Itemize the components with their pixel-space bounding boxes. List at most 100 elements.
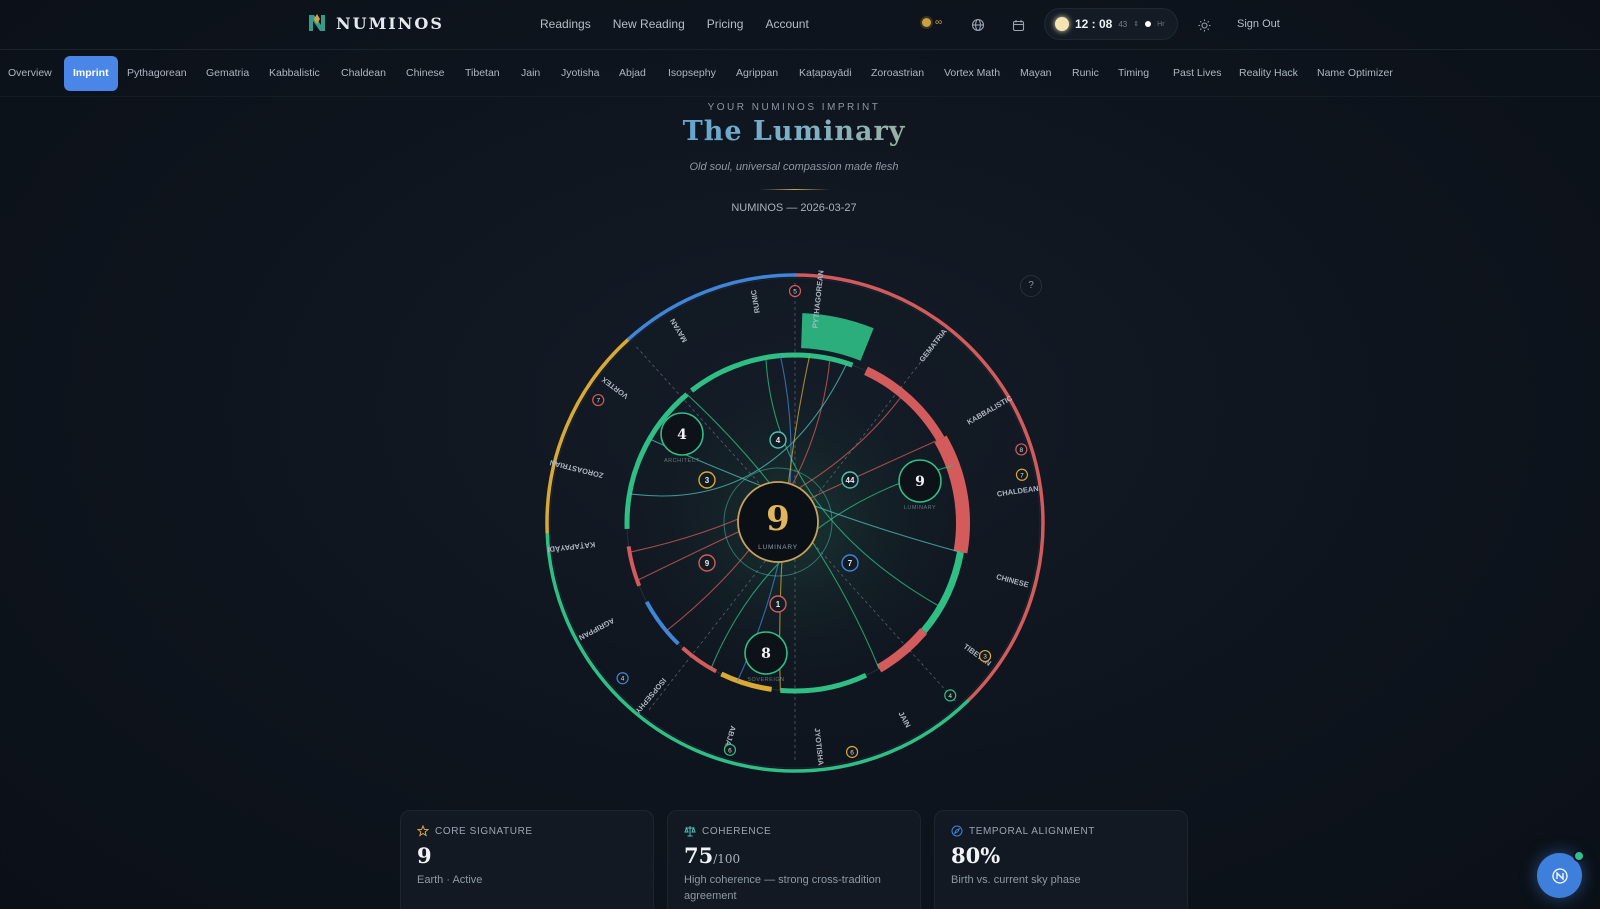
tab-imprint[interactable]: Imprint (64, 56, 118, 91)
temporal-alignment-card: TEMPORAL ALIGNMENT 80% Birth vs. current… (934, 810, 1188, 909)
numinos-logo-icon (309, 14, 325, 31)
star-icon (417, 825, 429, 837)
nav-pricing[interactable]: Pricing (707, 17, 744, 31)
card-value: 80% (951, 843, 1001, 868)
tradition-badge-number: 6 (850, 749, 854, 756)
tradition-badge-number: 7 (1020, 472, 1024, 479)
reading-stamp: NUMINOS — 2026-03-27 (731, 202, 857, 214)
inner-node-number: 44 (846, 476, 855, 485)
tab-abjad[interactable]: Abjad (619, 67, 646, 79)
tradition-label: JAIN (896, 710, 912, 729)
tradition-badge-number: 7 (596, 398, 600, 405)
tab-jain[interactable]: Jain (521, 67, 540, 79)
tradition-label: GEMATRIA (917, 327, 949, 364)
tradition-label: AGRIPPAN (577, 616, 616, 642)
tradition-badge-number: 3 (983, 654, 987, 661)
center-label: LUMINARY (758, 544, 798, 551)
tradition-badge-number: 6 (728, 747, 732, 754)
brand-logo[interactable]: NUMINOS (306, 12, 444, 34)
hero-eyebrow: YOUR NUMINOS IMPRINT (707, 102, 881, 113)
tab-agrippan[interactable]: Agrippan (736, 67, 778, 79)
clock-mode-dot[interactable] (1145, 21, 1152, 27)
satellite-number: 9 (915, 474, 925, 490)
wheel-help-button[interactable]: ? (1020, 275, 1042, 297)
top-bar: NUMINOS Readings New Reading Pricing Acc… (0, 0, 1600, 50)
tab-chinese[interactable]: Chinese (406, 67, 445, 79)
tab-zoroastrian[interactable]: Zoroastrian (871, 67, 924, 79)
tradition-badge-number: 4 (948, 693, 952, 700)
tab-reality-hack[interactable]: Reality Hack (1239, 67, 1298, 79)
center-number: 9 (766, 499, 790, 539)
language-button[interactable] (965, 12, 991, 38)
tradition-label: VORTEX (600, 375, 630, 401)
imprint-wheel[interactable]: PYTHAGOREANGEMATRIAKABBALISTICCHALDEANCH… (540, 268, 1050, 778)
tradition-label: ZOROASTRIAN (549, 458, 605, 480)
credits-value: ∞ (935, 17, 943, 28)
tab-mayan[interactable]: Mayan (1020, 67, 1052, 79)
card-title: TEMPORAL ALIGNMENT (969, 825, 1096, 837)
chat-icon (1551, 867, 1568, 884)
inner-node-number: 4 (776, 436, 781, 445)
calendar-button[interactable] (1005, 12, 1031, 38)
tab-timing[interactable]: Timing (1118, 67, 1149, 79)
hero-divider (760, 189, 830, 190)
satellite-label: SOVEREIGN (747, 677, 784, 683)
tab-name-optimizer[interactable]: Name Optimizer (1317, 67, 1393, 79)
tradition-label: CHINESE (995, 572, 1030, 589)
tab-kabbalistic[interactable]: Kabbalistic (269, 67, 320, 79)
tradition-label: ISOPSEPHY (633, 676, 668, 715)
calendar-icon (1012, 19, 1024, 31)
satellite-label: LUMINARY (904, 505, 936, 511)
tradition-label: MAYAN (668, 317, 689, 344)
tradition-label: RUNIC (749, 288, 762, 314)
sun-theme-icon (1198, 19, 1210, 31)
sign-out-link[interactable]: Sign Out (1237, 18, 1280, 30)
brand-name: NUMINOS (336, 13, 444, 33)
nav-readings[interactable]: Readings (540, 17, 591, 31)
tab-vortex-math[interactable]: Vortex Math (944, 67, 1000, 79)
tradition-badge-number: 5 (793, 289, 797, 296)
satellite-label: ARCHITECT (664, 458, 700, 464)
satellite-number: 4 (677, 427, 687, 443)
archetype-title: The Luminary (0, 116, 1588, 147)
clock-unit-label: Hr (1157, 20, 1165, 28)
inner-node-number: 7 (848, 559, 853, 568)
tradition-label: JYOTISHA (813, 728, 826, 767)
card-description: Birth vs. current sky phase (951, 874, 1081, 886)
clock-time: 12 : 08 (1075, 17, 1113, 31)
card-value-suffix: /100 (713, 852, 741, 866)
coherence-card: COHERENCE 75/100 High coherence — strong… (667, 810, 921, 909)
clock-toggle-icon[interactable]: ⇕ (1133, 20, 1139, 28)
chat-status-dot (1573, 850, 1585, 862)
card-description: High coherence — strong cross-tradition … (684, 874, 881, 902)
core-signature-card: CORE SIGNATURE 9 Earth · Active (400, 810, 654, 909)
coin-icon (922, 18, 931, 27)
credits-indicator[interactable]: ∞ (922, 17, 942, 28)
outer-ring-segment (965, 436, 1045, 704)
sun-icon (1055, 17, 1069, 31)
tab-katapayadi[interactable]: Kaṭapayādi (799, 67, 852, 79)
theme-toggle-button[interactable] (1191, 12, 1217, 38)
card-value: 75 (684, 843, 714, 868)
tab-runic[interactable]: Runic (1072, 67, 1099, 79)
compass-icon (951, 825, 963, 837)
nav-account[interactable]: Account (765, 17, 808, 31)
tab-pythagorean[interactable]: Pythagorean (127, 67, 187, 79)
tab-jyotisha[interactable]: Jyotisha (561, 67, 600, 79)
tab-overview[interactable]: Overview (8, 67, 52, 79)
main-nav: Readings New Reading Pricing Account (540, 17, 809, 31)
satellite-number: 8 (761, 646, 771, 662)
card-description: Earth · Active (417, 874, 483, 886)
card-title: CORE SIGNATURE (435, 825, 533, 837)
nav-new-reading[interactable]: New Reading (613, 17, 685, 31)
scale-icon (684, 826, 696, 837)
archetype-subtitle: Old soul, universal compassion made fles… (689, 161, 899, 173)
tab-past-lives[interactable]: Past Lives (1173, 67, 1221, 79)
inner-node-number: 1 (776, 600, 781, 609)
tradition-badge-number: 4 (621, 676, 625, 683)
sky-clock[interactable]: 12 : 08 43 ⇕ Hr (1044, 8, 1178, 40)
tab-isopsephy[interactable]: Isopsephy (668, 67, 716, 79)
tab-tibetan[interactable]: Tibetan (465, 67, 500, 79)
tab-gematria[interactable]: Gematria (206, 67, 249, 79)
tab-chaldean[interactable]: Chaldean (341, 67, 386, 79)
